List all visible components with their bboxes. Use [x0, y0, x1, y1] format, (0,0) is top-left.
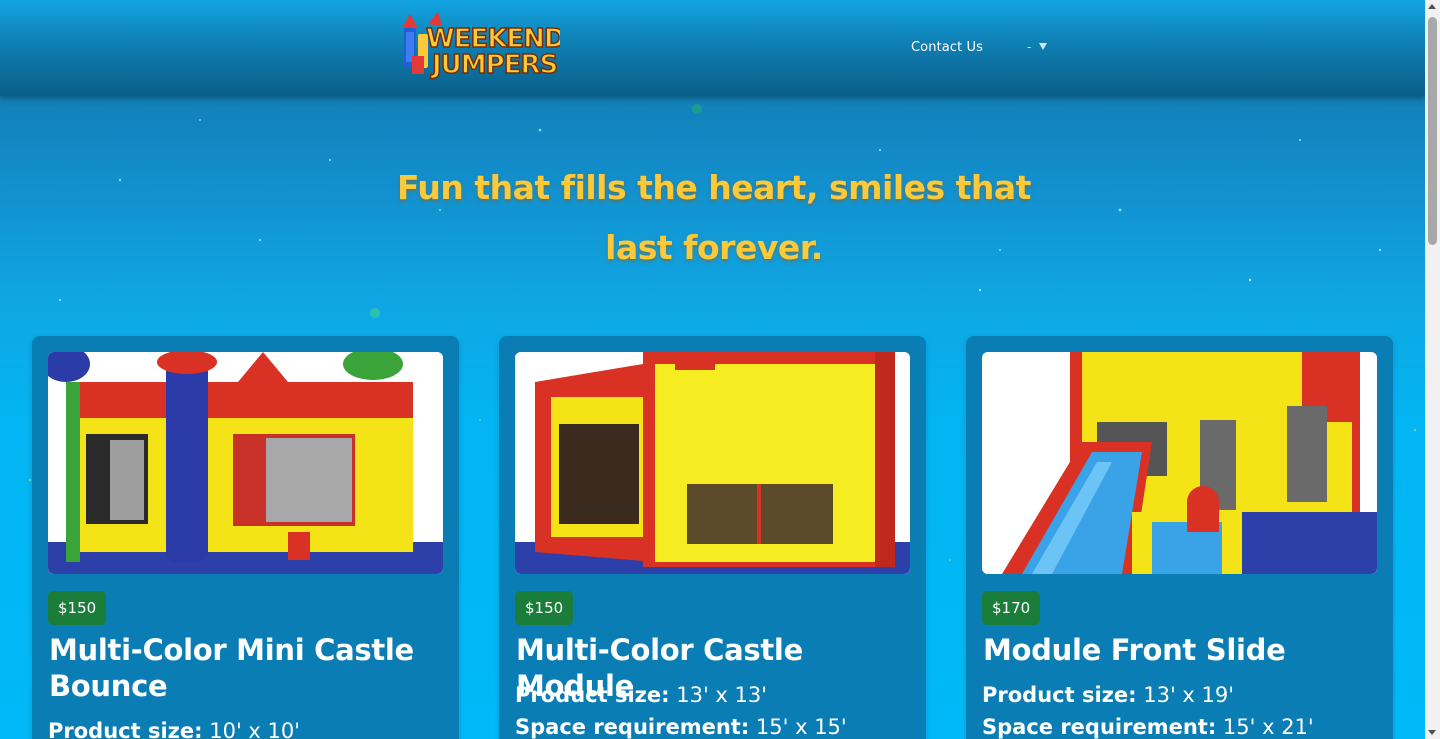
- product-card[interactable]: $150 Multi-Color Castle Module Product s…: [499, 336, 926, 739]
- product-image[interactable]: [48, 352, 443, 574]
- space-requirement-label: Space requirement:: [515, 715, 750, 739]
- product-card[interactable]: $170 Module Front Slide Product size: 13…: [966, 336, 1393, 739]
- space-requirement: Space requirement: 15' x 15': [515, 712, 847, 739]
- bounce-slide-illustration: [982, 352, 1377, 574]
- product-size-label: Product size:: [515, 683, 670, 707]
- price-badge: $150: [48, 591, 107, 625]
- vertical-scrollbar[interactable]: [1425, 0, 1440, 739]
- product-title[interactable]: Module Front Slide: [983, 632, 1383, 668]
- site-header: WEEKEND JUMPERS Contact Us -: [0, 0, 1425, 96]
- product-image[interactable]: [982, 352, 1377, 574]
- scroll-up-arrow-icon[interactable]: [1428, 4, 1436, 9]
- scrollbar-thumb[interactable]: [1428, 17, 1437, 245]
- bounce-house-illustration: [515, 352, 910, 574]
- nav-dropdown-label: -: [1027, 40, 1032, 54]
- product-size: Product size: 13' x 19': [982, 680, 1234, 710]
- weekend-jumpers-logo[interactable]: WEEKEND JUMPERS: [398, 10, 567, 81]
- product-size-value: 13' x 13': [676, 683, 767, 707]
- price-badge: $170: [982, 591, 1041, 625]
- product-card[interactable]: $150 Multi-Color Mini Castle Bounce Prod…: [32, 336, 459, 739]
- nav-dropdown[interactable]: -: [1027, 40, 1048, 54]
- price-badge: $150: [515, 591, 574, 625]
- product-image[interactable]: [515, 352, 910, 574]
- space-requirement-label: Space requirement:: [982, 715, 1217, 739]
- product-size-label: Product size:: [982, 683, 1137, 707]
- space-requirement-value: 15' x 15': [755, 715, 847, 739]
- product-size-label: Product size:: [48, 719, 203, 739]
- hero-tagline: Fun that fills the heart, smiles that la…: [397, 168, 1031, 267]
- nav-contact-us[interactable]: Contact Us: [911, 40, 983, 55]
- logo-graphic: WEEKEND JUMPERS: [402, 12, 567, 81]
- space-requirement-value: 15' x 21': [1222, 715, 1314, 739]
- product-size-value: 13' x 19': [1143, 683, 1234, 707]
- scroll-down-arrow-icon[interactable]: [1428, 730, 1436, 735]
- product-size-value: 10' x 10': [209, 719, 300, 739]
- product-size: Product size: 13' x 13': [515, 680, 767, 710]
- caret-down-icon: [1039, 43, 1048, 50]
- svg-text:JUMPERS: JUMPERS: [430, 50, 557, 80]
- product-title[interactable]: Multi-Color Mini Castle Bounce: [49, 632, 449, 704]
- product-size: Product size: 10' x 10': [48, 716, 300, 739]
- space-requirement: Space requirement: 15' x 21': [982, 712, 1314, 739]
- bounce-house-illustration: [48, 352, 443, 574]
